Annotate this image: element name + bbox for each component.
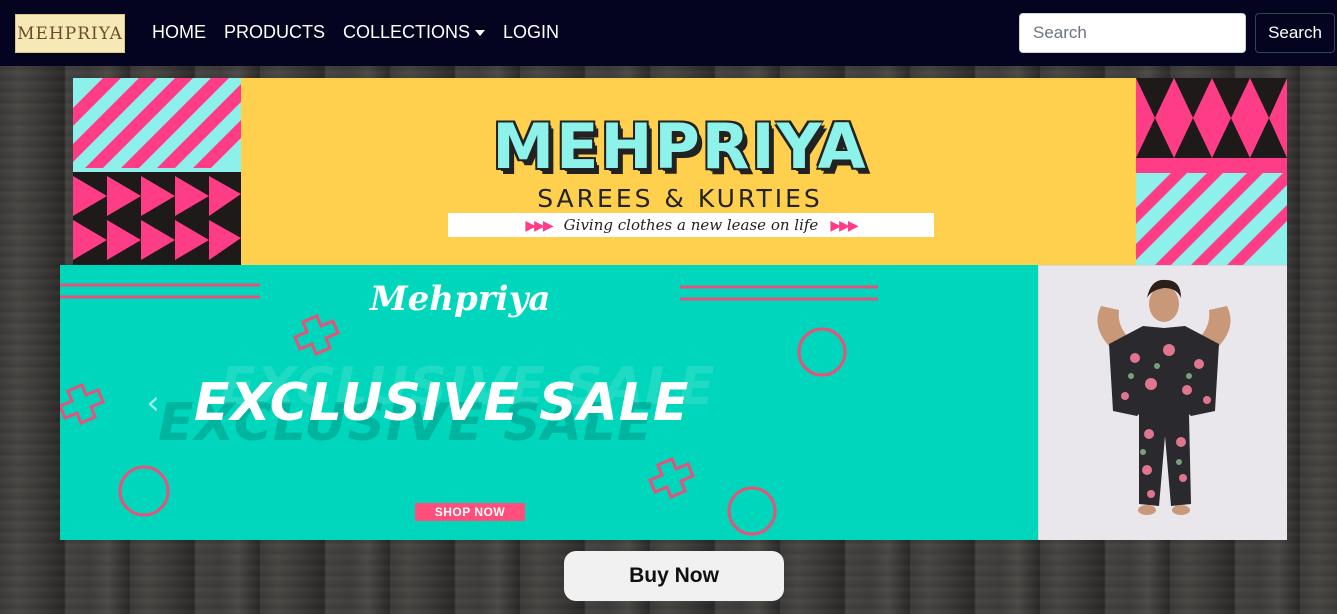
arrow-right-icon: ▶▶▶ [525,216,553,233]
nav-item-label: HOME [152,22,206,42]
brand-banner: MEHPRIYA SAREES & KURTIES ▶▶▶ Giving clo… [73,78,1287,265]
nav-item-login[interactable]: LOGIN [503,22,559,43]
navbar: MEHPRIYA HOME PRODUCTS COLLECTIONS LOGIN… [0,0,1337,66]
hero-slide[interactable]: Mehpriya EXCLUSIVE SALE EXCLUSIVE SALE E… [60,265,1038,540]
buy-now-button[interactable]: Buy Now [564,551,784,601]
hero-carousel: Mehpriya EXCLUSIVE SALE EXCLUSIVE SALE E… [60,265,1287,540]
nav-item-label: COLLECTIONS [343,22,471,42]
nav-item-label: PRODUCTS [224,22,326,42]
caret-down-icon [475,29,486,36]
banner-subtitle: SAREES & KURTIES [537,184,823,213]
tagline-text: Giving clothes a new lease on life [563,216,819,234]
nav-links: HOME PRODUCTS COLLECTIONS LOGIN [152,22,577,43]
nav-item-collections[interactable]: COLLECTIONS [343,22,486,43]
hero-script-title: Mehpriya [370,279,551,319]
banner-tagline: ▶▶▶ Giving clothes a new lease on life ▶… [448,213,934,237]
search-input[interactable] [1019,13,1246,53]
product-photo [1038,265,1287,540]
brand-logo[interactable]: MEHPRIYA [15,14,125,53]
arrow-right-icon: ▶▶▶ [830,216,858,233]
shop-now-button[interactable]: SHOP NOW [415,503,525,521]
nav-item-home[interactable]: HOME [152,22,206,43]
brand-logo-text: MEHPRIYA [17,23,123,44]
hero-headline: EXCLUSIVE SALE [194,373,690,433]
nav-item-products[interactable]: PRODUCTS [224,22,325,43]
banner-title: MEHPRIYA [492,110,868,183]
nav-item-label: LOGIN [503,22,560,42]
chevron-left-icon[interactable]: ‹ [138,383,168,423]
search-button[interactable]: Search [1255,13,1335,53]
model-image [1039,266,1287,540]
